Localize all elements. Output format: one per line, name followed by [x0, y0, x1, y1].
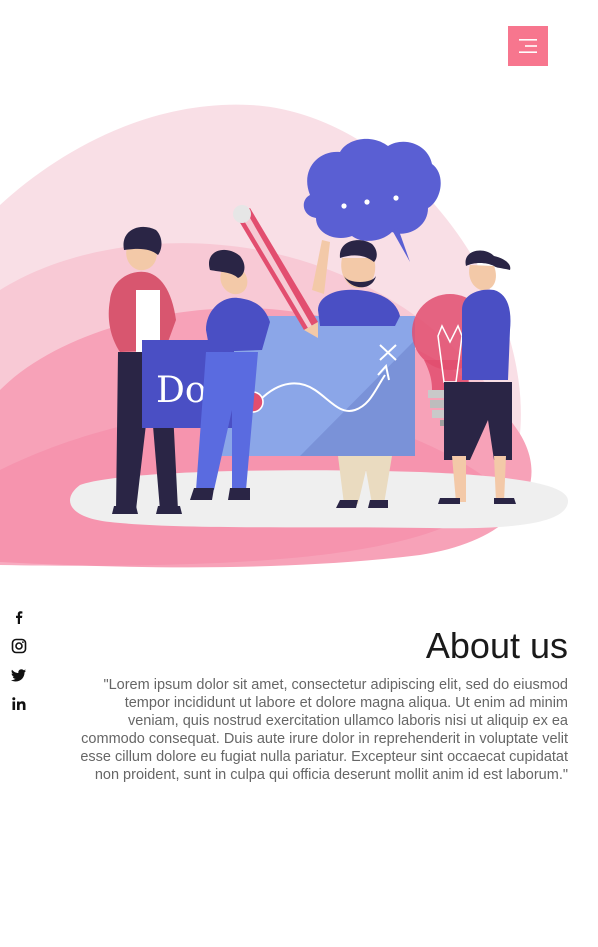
- about-text: "Lorem ipsum dolor sit amet, consectetur…: [80, 677, 568, 783]
- linkedin-link[interactable]: [10, 695, 28, 713]
- social-links: [10, 608, 28, 724]
- menu-button[interactable]: [508, 26, 548, 66]
- instagram-icon: [11, 638, 27, 654]
- linkedin-icon: [12, 697, 26, 710]
- hamburger-menu-icon: [519, 39, 537, 53]
- page: Do! About us "Lorem ipsum dolor sit amet…: [0, 0, 598, 947]
- ground-shadow: [70, 470, 569, 529]
- facebook-icon: [16, 611, 23, 624]
- team-brainstorm-illustration: Do!: [0, 104, 569, 568]
- twitter-icon: [11, 669, 26, 682]
- about-title: About us: [425, 625, 568, 666]
- instagram-link[interactable]: [10, 637, 28, 655]
- facebook-link[interactable]: [10, 608, 28, 626]
- twitter-link[interactable]: [10, 666, 28, 684]
